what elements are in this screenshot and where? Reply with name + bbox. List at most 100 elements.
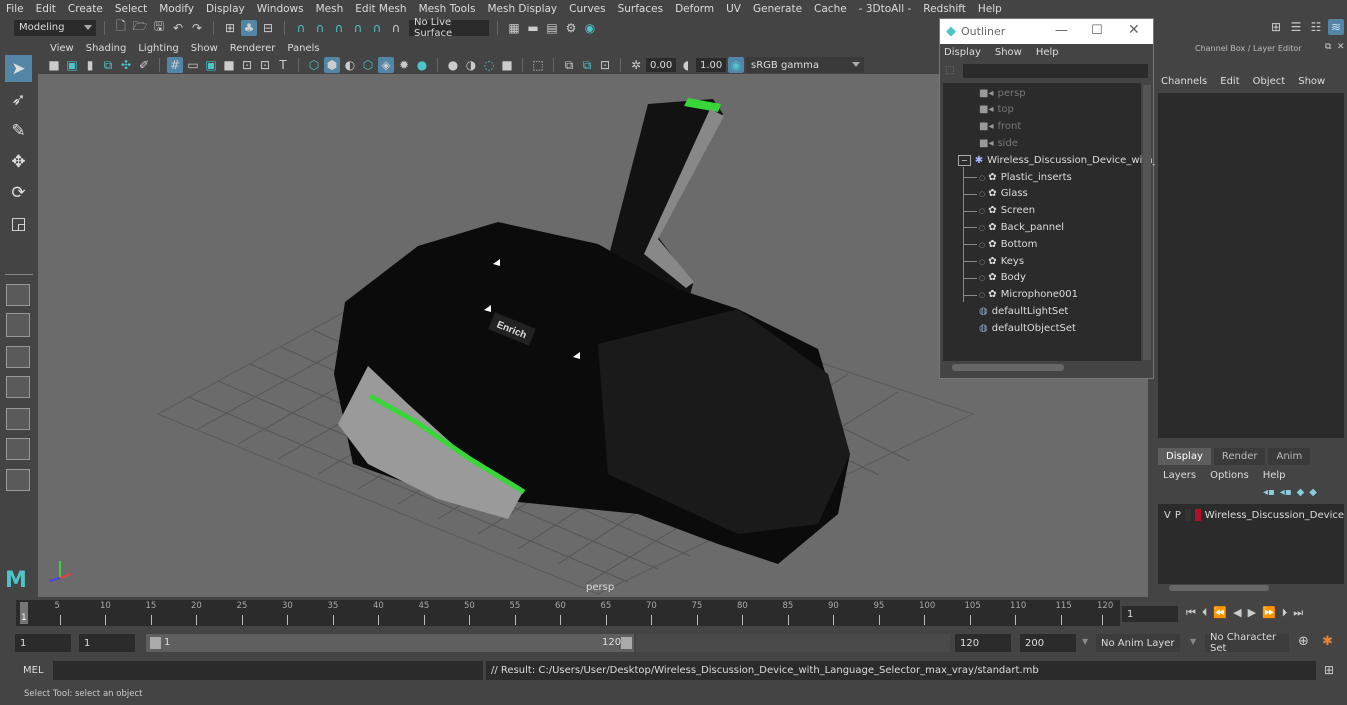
camera-attributes-icon[interactable]: ▣ xyxy=(64,57,80,73)
layer-scrollbar[interactable] xyxy=(1169,585,1269,591)
layer-tab-render[interactable]: Render xyxy=(1213,448,1266,465)
float-icon[interactable]: ⧉ xyxy=(1325,42,1331,52)
render-view-icon[interactable]: ▦ xyxy=(506,20,522,36)
step-forward-frame-icon[interactable]: ⏵ xyxy=(1282,606,1288,620)
play-backwards-icon[interactable]: ◀ xyxy=(1233,606,1241,620)
camera-icon[interactable]: ■ xyxy=(46,57,62,73)
modeling-toolkit-icon[interactable]: ⊞ xyxy=(1268,19,1284,35)
outliner-item-mesh[interactable]: ○ ✿ Keys xyxy=(979,253,1024,269)
outliner-item-mesh[interactable]: ○ ✿ Bottom xyxy=(979,236,1037,252)
menu-edit-mesh[interactable]: Edit Mesh xyxy=(349,3,412,15)
open-scene-icon[interactable]: 🗁 xyxy=(132,19,148,36)
motion-blur-icon[interactable]: ◑ xyxy=(463,57,479,73)
new-empty-layer-icon[interactable]: ◆ xyxy=(1297,487,1305,498)
menu-mesh-tools[interactable]: Mesh Tools xyxy=(413,3,482,15)
step-back-key-icon[interactable]: ⏪ xyxy=(1213,606,1227,620)
menu-curves[interactable]: Curves xyxy=(563,3,611,15)
isolate-select-icon[interactable]: ⬚ xyxy=(530,57,546,73)
outliner-item-camera[interactable]: ■◂ top xyxy=(979,102,1014,118)
select-hierarchy-icon[interactable]: ⊞ xyxy=(222,20,238,36)
snap-live-icon[interactable]: ∩ xyxy=(369,20,385,36)
go-to-end-icon[interactable]: ⏭ xyxy=(1293,606,1303,620)
live-surface-field[interactable]: No Live Surface xyxy=(409,17,489,39)
paint-select-icon[interactable]: ✎ xyxy=(5,117,32,144)
outliner-item-set[interactable]: ◍ defaultLightSet xyxy=(979,303,1068,319)
grid-icon[interactable]: # xyxy=(167,57,183,73)
gate-mask-icon[interactable]: ■ xyxy=(221,57,237,73)
script-editor-icon[interactable]: ⊞ xyxy=(1324,663,1334,677)
range-bar[interactable]: 1 120 xyxy=(146,634,634,652)
layer-menu-help[interactable]: Help xyxy=(1263,470,1286,481)
hypershade-icon[interactable]: ◉ xyxy=(582,20,598,36)
mode-selector[interactable]: Modeling xyxy=(14,19,96,36)
move-tool-icon[interactable]: ✥ xyxy=(5,148,32,175)
maximize-button[interactable]: ☐ xyxy=(1091,23,1103,38)
select-tool-icon[interactable]: ➤ xyxy=(5,55,32,82)
outliner-window[interactable]: ◆ Outliner — ☐ ✕ Display Show Help ⬚ ■◂ per… xyxy=(939,18,1158,379)
animation-start-field[interactable]: 1 xyxy=(15,634,71,652)
menu-select[interactable]: Select xyxy=(109,3,153,15)
select-object-icon[interactable]: ♣ xyxy=(241,19,257,36)
layer-menu-layers[interactable]: Layers xyxy=(1163,470,1196,481)
color-management-icon[interactable]: ◉ xyxy=(728,57,744,73)
menu-mesh-display[interactable]: Mesh Display xyxy=(481,3,563,15)
two-pane-layout-icon[interactable] xyxy=(6,346,30,368)
menu-file[interactable]: File xyxy=(0,3,30,15)
move-layer-down-icon[interactable]: ◂▪ xyxy=(1280,487,1292,498)
viewport-menu-panels[interactable]: Panels xyxy=(281,43,325,54)
filter-icon[interactable]: ⬚ xyxy=(945,65,954,76)
layer-menu-options[interactable]: Options xyxy=(1210,470,1249,481)
single-pane-layout-icon[interactable] xyxy=(6,284,30,306)
vertical-scrollbar[interactable] xyxy=(1143,85,1151,360)
outliner-item-mesh[interactable]: ○ ✿ Plastic_inserts xyxy=(979,169,1072,185)
attribute-editor-icon[interactable]: ☰ xyxy=(1288,19,1304,35)
command-input[interactable] xyxy=(53,661,483,680)
film-gate-icon[interactable]: ▭ xyxy=(185,57,201,73)
auto-key-icon[interactable]: ⊕ xyxy=(1298,634,1309,649)
depth-of-field-icon[interactable]: ■ xyxy=(499,57,515,73)
outliner-menu-show[interactable]: Show xyxy=(995,47,1022,58)
horizontal-scrollbar[interactable] xyxy=(952,364,1064,371)
channel-box-icon[interactable]: ≋ xyxy=(1328,19,1344,35)
layer-visibility-toggle[interactable]: V xyxy=(1164,510,1171,521)
range-start-handle[interactable] xyxy=(150,637,161,649)
channel-menu-channels[interactable]: Channels xyxy=(1161,76,1207,87)
exposure-icon[interactable]: ✲ xyxy=(628,57,644,73)
xray-active-icon[interactable]: ⧉ xyxy=(579,57,595,73)
anim-layer-dropdown[interactable]: No Anim Layer xyxy=(1096,634,1180,652)
outliner-item-mesh[interactable]: ○ ✿ Microphone001 xyxy=(979,287,1078,303)
viewport-menu-lighting[interactable]: Lighting xyxy=(132,43,184,54)
step-back-frame-icon[interactable]: ⏴ xyxy=(1202,606,1208,620)
outliner-item-mesh[interactable]: ○ ✿ Back_pannel xyxy=(979,219,1064,235)
viewport-menu-view[interactable]: View xyxy=(44,43,80,54)
viewport-menu-shading[interactable]: Shading xyxy=(80,43,133,54)
layer-color-swatch[interactable] xyxy=(1194,509,1201,521)
xray-icon[interactable]: ⧉ xyxy=(561,57,577,73)
menu-windows[interactable]: Windows xyxy=(251,3,310,15)
resolution-gate-icon[interactable]: ▣ xyxy=(203,57,219,73)
outliner-item-camera[interactable]: ■◂ persp xyxy=(979,85,1026,101)
render-current-icon[interactable]: ▬ xyxy=(525,20,541,36)
range-end-handle[interactable] xyxy=(621,637,632,649)
2d-pan-zoom-icon[interactable]: ✣ xyxy=(118,57,134,73)
make-live-icon[interactable]: ∩ xyxy=(388,20,404,36)
outliner-menu-help[interactable]: Help xyxy=(1036,47,1059,58)
move-layer-up-icon[interactable]: ◂▪ xyxy=(1263,487,1275,498)
shadows-icon[interactable]: ● xyxy=(414,57,430,73)
outliner-item-mesh[interactable]: ○ ✿ Screen xyxy=(979,203,1035,219)
character-set-dropdown[interactable]: No Character Set xyxy=(1205,632,1289,654)
menu-surfaces[interactable]: Surfaces xyxy=(612,3,669,15)
outliner-titlebar[interactable]: ◆ Outliner — ☐ ✕ xyxy=(940,19,1153,44)
layer-playback-toggle[interactable]: P xyxy=(1175,510,1181,521)
bookmark-icon[interactable]: ▮ xyxy=(82,57,98,73)
wireframe-icon[interactable]: ⬡ xyxy=(306,57,322,73)
safe-title-icon[interactable]: T xyxy=(275,57,291,73)
default-material-icon[interactable]: ◐ xyxy=(342,57,358,73)
script-language-toggle[interactable]: MEL xyxy=(23,665,44,676)
tool-settings-icon[interactable]: ☷ xyxy=(1308,19,1324,35)
go-to-start-icon[interactable]: ⏮ xyxy=(1186,606,1196,620)
viewport-menu-renderer[interactable]: Renderer xyxy=(224,43,282,54)
outliner-item-camera[interactable]: ■◂ front xyxy=(979,119,1021,135)
custom-layout-icon[interactable] xyxy=(6,469,30,491)
snap-grid-icon[interactable]: ∩ xyxy=(293,20,309,36)
